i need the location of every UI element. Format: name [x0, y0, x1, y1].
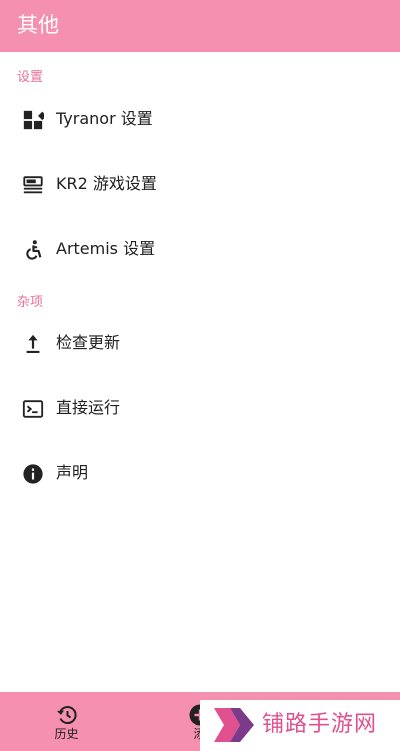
menu-item-label: 检查更新: [56, 333, 121, 352]
menu-item-label: Tyranor 设置: [56, 109, 153, 128]
dashboard-icon: [23, 110, 44, 130]
upload-icon: [26, 334, 40, 353]
menu-item-tyranor-settings[interactable]: Tyranor 设置: [0, 92, 400, 148]
menu-item-statement[interactable]: 声明: [0, 446, 400, 502]
history-icon: [56, 706, 77, 725]
info-icon: [23, 464, 43, 484]
nav-label: 历史: [54, 727, 79, 741]
section-header-misc: 杂项: [17, 295, 44, 310]
nav-item-history[interactable]: 历史: [0, 692, 133, 751]
section-header-settings: 设置: [17, 70, 44, 85]
menu-item-artemis-settings[interactable]: Artemis 设置: [0, 222, 400, 278]
video-settings-icon: [23, 176, 43, 194]
watermark-text: 铺路手游网: [262, 712, 378, 737]
watermark-logo-icon: [214, 708, 254, 742]
menu-item-label: KR2 游戏设置: [56, 174, 157, 193]
accessible-icon: [26, 240, 42, 260]
menu-item-label: 声明: [56, 463, 89, 482]
terminal-icon: [22, 400, 44, 418]
watermark: 铺路手游网: [200, 700, 400, 751]
page-title: 其他: [17, 13, 59, 37]
menu-item-kr2-settings[interactable]: KR2 游戏设置: [0, 157, 400, 213]
menu-item-label: Artemis 设置: [56, 239, 156, 258]
menu-item-label: 直接运行: [56, 398, 121, 417]
menu-item-check-update[interactable]: 检查更新: [0, 316, 400, 372]
menu-item-run-directly[interactable]: 直接运行: [0, 381, 400, 437]
app-bar: 其他: [0, 0, 400, 52]
